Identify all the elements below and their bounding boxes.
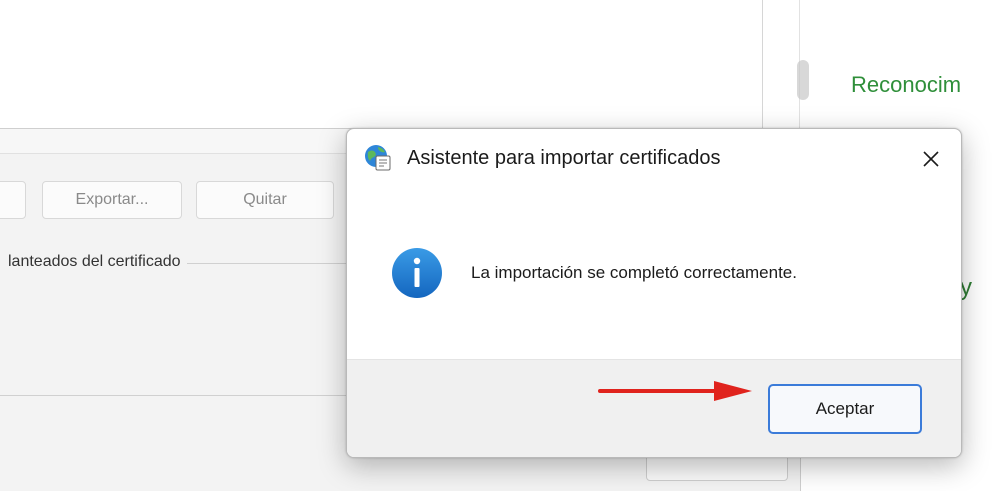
import-wizard-dialog: Asistente para importar certificados La …: [346, 128, 962, 458]
dialog-title: Asistente para importar certificados: [407, 147, 721, 169]
background-heading: Reconocim: [851, 72, 962, 97]
info-icon: [392, 248, 442, 298]
dialog-footer: Aceptar: [347, 359, 961, 457]
certificate-globe-icon: [365, 145, 391, 171]
remove-button-label: Quitar: [243, 191, 287, 208]
remove-button[interactable]: Quitar: [196, 181, 334, 219]
group-label: lanteados del certificado: [8, 253, 187, 271]
export-button[interactable]: Exportar...: [42, 181, 182, 219]
partial-button[interactable]: [0, 181, 26, 219]
close-button[interactable]: [915, 143, 947, 175]
dialog-titlebar: Asistente para importar certificados: [347, 129, 961, 189]
accept-button-label: Aceptar: [815, 399, 875, 418]
export-button-label: Exportar...: [75, 191, 149, 208]
accept-button[interactable]: Aceptar: [768, 384, 922, 434]
annotation-arrow-icon: [598, 381, 752, 401]
close-icon: [923, 151, 939, 167]
scroll-thumb: [797, 60, 809, 100]
success-message: La importación se completó correctamente…: [471, 263, 797, 282]
